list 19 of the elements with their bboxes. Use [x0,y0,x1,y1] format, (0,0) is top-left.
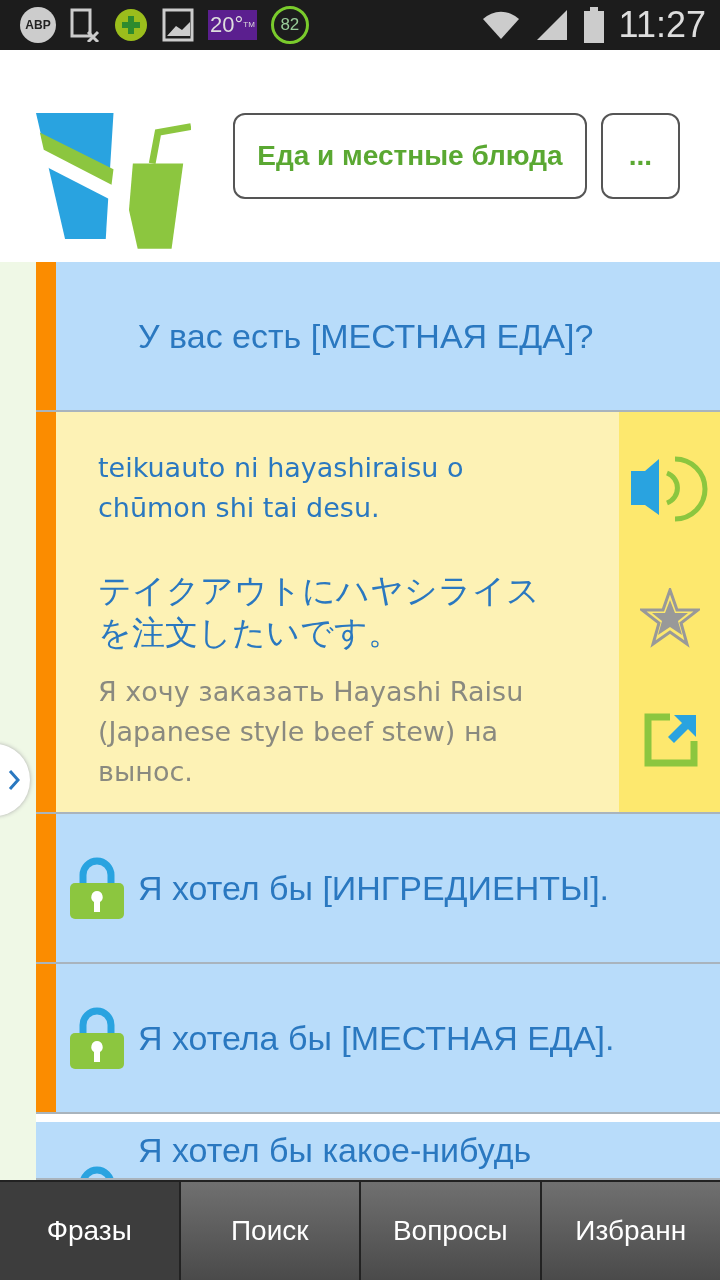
translation-text: Я хочу заказать Hayashi Raisu (Japanese style beef stew) на вынос. [98,675,525,789]
image-icon [162,8,194,42]
star-icon[interactable] [639,588,700,648]
more-button[interactable]: ... [601,113,680,199]
category-button[interactable]: Еда и местные блюда [232,113,587,199]
battery-icon [582,7,605,43]
nav-tab[interactable]: Поиск [180,1180,359,1280]
plus-icon [114,8,148,42]
japanese-text: テイクアウトにハヤシライスを注文したいです。 [98,570,541,654]
clock-time: 11:27 [618,4,706,46]
chevron-right-icon [8,769,20,791]
adblock-icon: ABP [20,7,56,43]
nav-tab[interactable]: Вопросы [361,1180,540,1280]
romaji-text: teikuauto ni hayashiraisu o chūmon shi tai desu. [98,451,465,525]
nav-tab[interactable]: Избранн [541,1180,720,1280]
sim-card-icon [70,8,100,42]
speaker-icon[interactable] [630,454,709,523]
nav-tab[interactable]: Фразы [0,1180,179,1280]
battery-level-label: 82 [270,6,309,44]
